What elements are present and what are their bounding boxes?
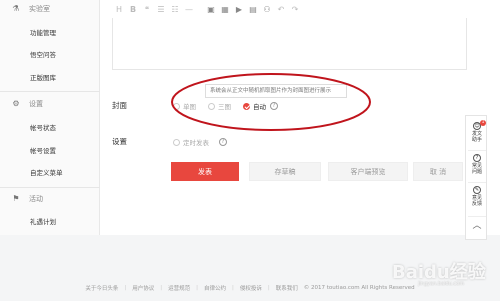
cover-options: 单图 三图 自动 ? <box>173 101 278 111</box>
float-divider <box>468 216 486 217</box>
settings-label: 设置 <box>112 137 127 146</box>
float-divider <box>468 182 486 183</box>
footer-separator: | <box>232 285 234 291</box>
sidebar-group-label: 实验室 <box>29 5 50 13</box>
cancel-button[interactable]: 取 消 <box>413 162 463 181</box>
footer-copyright: © 2017 toutiao.com All Rights Reserved <box>303 285 415 291</box>
music-icon[interactable]: ▤ <box>249 5 257 15</box>
sidebar-group-label: 设置 <box>29 100 43 108</box>
sidebar-divider <box>0 187 100 188</box>
footer-link-user-agreement[interactable]: 用户协议 <box>132 284 154 292</box>
floating-toolbar: ☺ 1 发文助手 ? 常见问题 ✎ 意见反馈 ︿ <box>465 115 487 240</box>
help-icon[interactable]: ? <box>270 102 278 110</box>
writing-assistant-button[interactable]: ☺ 1 发文助手 <box>466 120 488 143</box>
footer-separator: | <box>267 285 270 291</box>
footer-separator: | <box>124 285 127 291</box>
undo-icon[interactable]: ↶ <box>277 5 285 15</box>
help-icon[interactable]: ? <box>219 138 227 146</box>
unordered-list-icon[interactable]: ☰ <box>157 5 165 15</box>
chevron-up-icon: ︿ <box>472 221 482 231</box>
sidebar-item-custom-menu[interactable]: 自定义菜单 <box>30 166 63 180</box>
sidebar: ⚗ 实验室 功能管理 悟空问答 正版图库 ⚙ 设置 帐号状态 帐号设置 自定义菜… <box>0 0 100 235</box>
footer-link-contact[interactable]: 联系我们 <box>276 284 298 292</box>
cover-triple-radio[interactable] <box>208 102 215 110</box>
editor-panel: H B ❝ ☰ ☷ — ▣ ▦ ▶ ▤ ⚇ ↶ ↷ 封面 单图 三图 自动 ? … <box>100 0 500 235</box>
sidebar-item-function-management[interactable]: 功能管理 <box>30 26 56 40</box>
notification-badge: 1 <box>480 120 486 126</box>
sidebar-item-account-settings[interactable]: 帐号设置 <box>30 144 56 158</box>
cover-auto-tooltip: 系统会从正文中随机抓取图片作为封面图进行展示 <box>205 84 347 98</box>
back-to-top-button[interactable]: ︿ <box>466 221 488 231</box>
sidebar-divider <box>0 91 100 92</box>
sidebar-item-account-status[interactable]: 帐号状态 <box>30 121 56 135</box>
beaker-icon: ⚗ <box>12 4 20 13</box>
gallery-icon[interactable]: ▦ <box>221 5 229 15</box>
float-label: 意见反馈 <box>472 195 483 207</box>
sidebar-item-stock-images[interactable]: 正版图库 <box>30 71 56 85</box>
quote-icon[interactable]: ❝ <box>143 5 151 15</box>
cover-option-label: 自动 <box>253 103 266 111</box>
ordered-list-icon[interactable]: ☷ <box>171 5 179 15</box>
vote-icon[interactable]: ⚇ <box>263 5 271 15</box>
sidebar-group-label: 活动 <box>29 195 43 203</box>
redo-icon[interactable]: ↷ <box>291 5 299 15</box>
float-divider <box>468 150 486 151</box>
image-icon[interactable]: ▣ <box>207 5 215 15</box>
sidebar-item-rewards-plan[interactable]: 礼遇计划 <box>30 215 56 229</box>
bold-icon[interactable]: B <box>129 5 137 15</box>
cover-single-radio[interactable] <box>173 102 180 110</box>
feedback-button[interactable]: ✎ 意见反馈 <box>466 186 488 207</box>
flag-icon: ⚑ <box>12 194 20 203</box>
scheduled-publish-label: 定时发表 <box>183 139 209 147</box>
sidebar-group-lab[interactable]: ⚗ 实验室 <box>0 1 100 17</box>
footer-link-about[interactable]: 关于今日头条 <box>85 284 118 292</box>
editor-toolbar: H B ❝ ☰ ☷ — ▣ ▦ ▶ ▤ ⚇ ↶ ↷ <box>115 4 299 16</box>
cover-option-label: 单图 <box>183 103 196 111</box>
gear-icon: ⚙ <box>12 99 20 108</box>
feedback-icon: ✎ <box>473 186 481 194</box>
watermark-url: jingyan.baidu.com <box>418 281 465 287</box>
client-preview-button[interactable]: 客户端预览 <box>328 162 408 181</box>
cover-auto-radio[interactable] <box>243 102 250 110</box>
question-icon: ? <box>473 154 481 162</box>
publish-button[interactable]: 发表 <box>171 162 239 181</box>
video-icon[interactable]: ▶ <box>235 5 243 15</box>
faq-button[interactable]: ? 常见问题 <box>466 154 488 175</box>
save-draft-button[interactable]: 存草稿 <box>249 162 321 181</box>
footer-separator: | <box>196 285 198 291</box>
footer-separator: | <box>160 285 163 291</box>
sidebar-group-activity[interactable]: ⚑ 活动 <box>0 191 100 207</box>
footer-link-operation-rules[interactable]: 运营规范 <box>168 284 190 292</box>
cover-option-label: 三图 <box>218 103 231 111</box>
scheduled-publish-checkbox[interactable] <box>173 138 180 146</box>
float-label: 发文助手 <box>472 131 483 143</box>
footer-link-infringement[interactable]: 侵权投诉 <box>240 284 262 292</box>
sidebar-item-wukong-qa[interactable]: 悟空问答 <box>30 48 56 62</box>
scheduled-publish-row: 定时发表 ? <box>173 137 227 147</box>
editor-body[interactable] <box>112 18 467 70</box>
cover-label: 封面 <box>112 101 127 110</box>
sidebar-group-settings[interactable]: ⚙ 设置 <box>0 96 100 112</box>
divider-icon[interactable]: — <box>185 5 193 15</box>
heading-icon[interactable]: H <box>115 5 123 15</box>
footer-link-self-discipline[interactable]: 自律公约 <box>204 284 226 292</box>
float-label: 常见问题 <box>472 163 483 175</box>
